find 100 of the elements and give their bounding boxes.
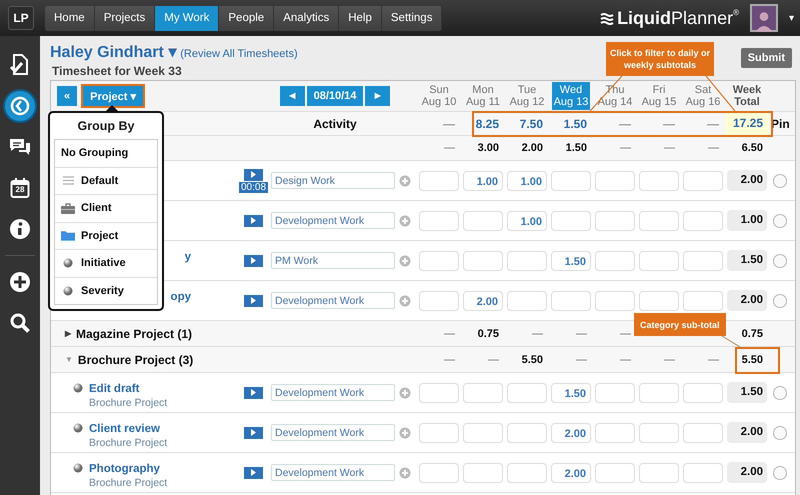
hours-input[interactable]: 1.00 (463, 170, 503, 190)
hours-input[interactable] (639, 422, 679, 442)
hours-input[interactable] (507, 462, 547, 482)
activity-field[interactable]: Development Work (271, 424, 395, 441)
group-by-button[interactable]: Project ▾ (83, 86, 144, 106)
hours-input[interactable] (419, 170, 459, 190)
nav-tab[interactable]: Help (339, 6, 382, 30)
nav-tab[interactable]: Projects (94, 6, 156, 30)
day-header[interactable]: Sun Aug 10 (420, 82, 458, 110)
add-icon[interactable] (399, 254, 411, 266)
activity-field[interactable]: PM Work (271, 252, 395, 269)
pin-toggle[interactable] (773, 426, 787, 440)
task-name[interactable]: Client review (89, 423, 168, 435)
task-name[interactable]: opy (170, 291, 191, 303)
nav-tab[interactable]: People (219, 6, 274, 30)
pin-toggle[interactable] (773, 174, 787, 188)
nav-tab[interactable]: Analytics (274, 6, 340, 30)
task-name[interactable]: Edit draft (89, 383, 168, 395)
expand-toggle[interactable]: ▶ (65, 329, 71, 338)
start-timer-button[interactable] (244, 466, 263, 478)
activity-field[interactable]: Development Work (271, 212, 395, 229)
hours-input[interactable] (419, 210, 459, 230)
pin-toggle[interactable] (773, 386, 787, 400)
user-name[interactable]: Haley Gindhart ▾ (50, 42, 176, 62)
previous-week-button[interactable]: ◄ (280, 86, 305, 106)
hours-input[interactable]: 1.00 (507, 210, 547, 230)
hours-input[interactable] (639, 210, 679, 230)
day-header[interactable]: Fri Aug 15 (640, 82, 678, 110)
task-name[interactable]: y (184, 251, 191, 263)
app-logo[interactable]: LP (8, 6, 34, 30)
hours-input[interactable] (683, 422, 723, 442)
hours-input[interactable]: 1.50 (551, 250, 591, 270)
hours-input[interactable] (551, 170, 591, 190)
add-icon[interactable] (399, 466, 411, 478)
menu-item[interactable]: Default (55, 168, 157, 195)
hours-input[interactable] (507, 382, 547, 402)
nav-tab[interactable]: My Work (155, 6, 220, 30)
start-timer-button[interactable] (244, 294, 263, 306)
hours-input[interactable]: 2.00 (463, 290, 503, 310)
day-header[interactable]: Tue Aug 12 (508, 82, 546, 110)
hours-input[interactable]: 2.00 (551, 462, 591, 482)
activity-field[interactable]: Development Work (271, 384, 395, 401)
hours-input[interactable] (639, 290, 679, 310)
hours-input[interactable] (507, 422, 547, 442)
submit-button[interactable]: Submit (740, 48, 792, 68)
start-timer-button[interactable] (244, 168, 263, 180)
hours-input[interactable] (595, 382, 635, 402)
hours-input[interactable] (595, 290, 635, 310)
menu-item[interactable]: Initiative (55, 250, 157, 278)
sidebar-button[interactable]: 28 (5, 173, 35, 203)
daily-total[interactable]: — (417, 116, 461, 130)
task-name[interactable]: Photography (89, 463, 168, 475)
hours-input[interactable] (595, 462, 635, 482)
hours-input[interactable] (463, 382, 503, 402)
hours-input[interactable] (551, 290, 591, 310)
menu-item[interactable]: Project (55, 222, 157, 250)
nav-tab[interactable]: Home (45, 6, 95, 30)
hours-input[interactable]: 1.00 (507, 170, 547, 190)
hours-input[interactable] (551, 210, 591, 230)
add-icon[interactable] (399, 426, 411, 438)
hours-input[interactable] (595, 422, 635, 442)
add-icon[interactable] (399, 386, 411, 398)
add-icon[interactable] (399, 294, 411, 306)
daily-total[interactable]: — (637, 116, 681, 130)
day-header[interactable]: Mon Aug 11 (464, 82, 502, 110)
pin-toggle[interactable] (773, 214, 787, 228)
hours-input[interactable] (639, 170, 679, 190)
group-name[interactable]: Brochure Project (3) (78, 352, 194, 366)
start-timer-button[interactable] (244, 214, 263, 226)
hours-input[interactable] (463, 210, 503, 230)
activity-field[interactable]: Development Work (271, 292, 395, 309)
hours-input[interactable] (683, 250, 723, 270)
daily-total[interactable]: — (681, 116, 725, 130)
hours-input[interactable] (419, 250, 459, 270)
pin-toggle[interactable] (773, 294, 787, 308)
daily-total[interactable]: — (593, 116, 637, 130)
add-icon[interactable] (399, 174, 411, 186)
hours-input[interactable] (639, 382, 679, 402)
hours-input[interactable] (463, 422, 503, 442)
pin-toggle[interactable] (773, 466, 787, 480)
hours-input[interactable] (419, 290, 459, 310)
hours-input[interactable] (683, 170, 723, 190)
review-timesheets-link[interactable]: (Review All Timesheets) (180, 48, 298, 60)
hours-input[interactable] (683, 290, 723, 310)
daily-total[interactable]: 8.25 (461, 116, 505, 130)
hours-input[interactable] (639, 462, 679, 482)
hours-input[interactable] (507, 290, 547, 310)
date-button[interactable]: 08/10/14 (306, 86, 364, 106)
user-menu-caret[interactable]: ▾ (789, 12, 794, 24)
hours-input[interactable] (419, 382, 459, 402)
collapse-button[interactable]: « (57, 86, 78, 106)
next-week-button[interactable]: ► (365, 86, 390, 106)
hours-input[interactable] (595, 170, 635, 190)
hours-input[interactable] (595, 250, 635, 270)
menu-item[interactable]: Client (55, 195, 157, 222)
daily-total[interactable]: 1.50 (549, 116, 593, 130)
hours-input[interactable] (419, 462, 459, 482)
hours-input[interactable] (683, 382, 723, 402)
hours-input[interactable] (683, 462, 723, 482)
hours-input[interactable] (463, 250, 503, 270)
